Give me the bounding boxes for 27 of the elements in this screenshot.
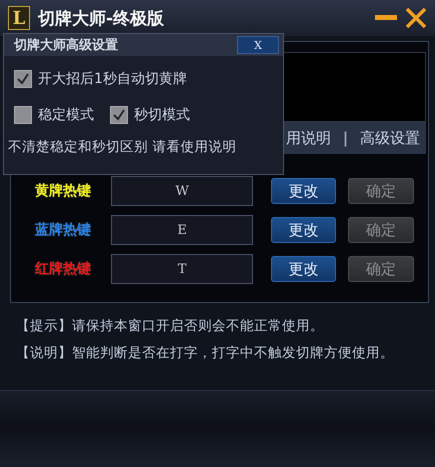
change-button[interactable]: 更改 bbox=[270, 217, 336, 243]
note-text: 不清楚稳定和秒切区别 请看使用说明 bbox=[8, 138, 238, 156]
checkbox[interactable] bbox=[110, 106, 128, 124]
hotkey-field[interactable]: T bbox=[111, 254, 253, 284]
checkbox-label: 稳定模式 bbox=[38, 106, 94, 124]
close-icon[interactable] bbox=[405, 7, 427, 29]
hotkey-label: 蓝牌热键 bbox=[35, 221, 92, 239]
change-button[interactable]: 更改 bbox=[270, 256, 336, 282]
change-button[interactable]: 更改 bbox=[270, 178, 336, 204]
hotkey-label: 红牌热键 bbox=[35, 260, 92, 278]
link[interactable]: 用说明 bbox=[286, 128, 331, 148]
close-button[interactable]: X bbox=[237, 36, 279, 54]
app-logo: L bbox=[8, 6, 30, 30]
checkbox-label: 开大招后1秒自动切黄牌 bbox=[38, 70, 187, 88]
checkbox-label: 秒切模式 bbox=[134, 106, 190, 124]
tip-text: 【提示】请保持本窗口开启否则会不能正常使用。 bbox=[16, 317, 325, 335]
tip-text: 【说明】智能判断是否在打字，打字中不触发切牌方便使用。 bbox=[16, 344, 395, 362]
link[interactable]: 高级设置 bbox=[360, 128, 420, 148]
checkbox[interactable] bbox=[14, 70, 32, 88]
checkbox[interactable] bbox=[14, 106, 32, 124]
hotkey-field[interactable]: W bbox=[111, 176, 253, 206]
dialog-title: 切牌大师高级设置 bbox=[14, 36, 118, 54]
minimize-icon[interactable] bbox=[375, 15, 397, 21]
separator: | bbox=[342, 129, 348, 147]
hotkey-label: 黄牌热键 bbox=[35, 182, 92, 200]
hotkey-field[interactable]: E bbox=[111, 215, 253, 245]
window-title: 切牌大师-终极版 bbox=[38, 8, 166, 30]
